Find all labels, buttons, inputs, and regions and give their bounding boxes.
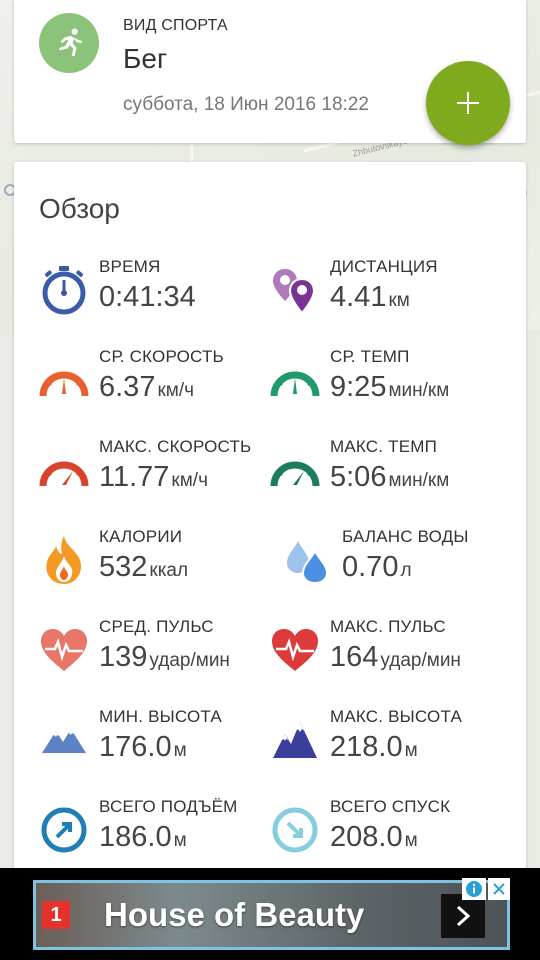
- stat-value: 0.70: [342, 551, 399, 583]
- overview-title: Обзор: [39, 193, 120, 224]
- stat-label: МАКС. ВЫСОТА: [330, 707, 463, 726]
- stat-value: 532: [99, 551, 148, 583]
- ad-open-button[interactable]: [441, 894, 485, 938]
- stat-value: 218.0: [330, 731, 403, 763]
- stat-label: МАКС. ПУЛЬС: [330, 617, 446, 636]
- plus-icon: [457, 92, 479, 114]
- ad-brand-logo: 1: [42, 901, 70, 929]
- stat-label: МАКС. СКОРОСТЬ: [99, 437, 252, 456]
- stat-unit: км/ч: [157, 380, 195, 401]
- stat-label: ВСЕГО СПУСК: [330, 797, 451, 816]
- pace-gauge-max-icon: [270, 445, 320, 495]
- stat-unit: мин/км: [388, 380, 450, 401]
- sport-type-label: ВИД СПОРТА: [123, 17, 228, 34]
- heart-pulse-max-icon: [270, 625, 320, 675]
- sport-type-value: Бег: [123, 43, 168, 74]
- stat-unit: м: [173, 830, 187, 851]
- map-pins-icon: [270, 265, 320, 315]
- info-icon: [466, 881, 482, 897]
- stat-value: 9:25: [330, 371, 387, 403]
- stat-distance: ДИСТАНЦИЯ 4.41 км: [270, 255, 510, 335]
- stat-label: СРЕД. ПУЛЬС: [99, 617, 214, 636]
- stat-max-pulse: МАКС. ПУЛЬС 164 удар/мин: [270, 615, 510, 695]
- stat-unit: ккал: [149, 560, 189, 581]
- stat-unit: м: [173, 740, 187, 761]
- close-icon: [493, 883, 505, 895]
- stat-unit: км/ч: [171, 470, 208, 491]
- ad-banner[interactable]: 1 House of Beauty: [0, 868, 540, 960]
- stat-value: 186.0: [99, 821, 172, 853]
- stat-avg-pulse: СРЕД. ПУЛЬС 139 удар/мин: [39, 615, 279, 695]
- stat-label: МИН. ВЫСОТА: [99, 707, 222, 726]
- flame-icon: [39, 535, 89, 585]
- stat-max-altitude: МАКС. ВЫСОТА 218.0 м: [270, 705, 510, 785]
- speedometer-max-icon: [39, 445, 89, 495]
- stat-unit: км: [388, 290, 410, 311]
- stat-value: 11.77: [99, 461, 170, 493]
- stat-time: ВРЕМЯ 0:41:34: [39, 255, 279, 335]
- water-drops-icon: [282, 535, 332, 585]
- chevron-right-icon: [456, 905, 471, 927]
- stat-min-altitude: МИН. ВЫСОТА 176.0 м: [39, 705, 279, 785]
- running-person-icon: [39, 13, 99, 73]
- stat-value: 208.0: [330, 821, 403, 853]
- stat-label: ВРЕМЯ: [99, 257, 161, 276]
- ad-info-button[interactable]: [462, 878, 486, 900]
- stat-value: 164: [330, 641, 379, 673]
- stat-total-descent: ВСЕГО СПУСК 208.0 м: [270, 795, 510, 875]
- stat-unit: м: [404, 740, 418, 761]
- stat-label: БАЛАНС ВОДЫ: [342, 527, 469, 546]
- stat-label: КАЛОРИИ: [99, 527, 183, 546]
- ascent-arrow-icon: [39, 805, 89, 855]
- stat-value: 139: [99, 641, 148, 673]
- stat-label: МАКС. ТЕМП: [330, 437, 438, 456]
- stat-max-pace: МАКС. ТЕМП 5:06 мин/км: [270, 435, 510, 515]
- stat-label: ВСЕГО ПОДЪЁМ: [99, 797, 238, 816]
- add-button[interactable]: [426, 61, 510, 145]
- stat-unit: л: [400, 560, 412, 581]
- ad-close-button[interactable]: [488, 878, 510, 900]
- stat-total-ascent: ВСЕГО ПОДЪЁМ 186.0 м: [39, 795, 279, 875]
- stat-avg-pace: СР. ТЕМП 9:25 мин/км: [270, 345, 510, 425]
- stat-unit: удар/мин: [380, 650, 461, 671]
- stat-value: 4.41: [330, 281, 387, 313]
- stat-calories: КАЛОРИИ 532 ккал: [39, 525, 279, 605]
- ad-headline[interactable]: House of Beauty: [104, 896, 364, 934]
- stat-avg-speed: СР. СКОРОСТЬ 6.37 км/ч: [39, 345, 279, 425]
- stat-max-speed: МАКС. СКОРОСТЬ 11.77 км/ч: [39, 435, 279, 515]
- speedometer-icon: [39, 355, 89, 405]
- stat-unit: м: [404, 830, 418, 851]
- stat-value: 0:41:34: [99, 281, 196, 313]
- stat-value: 176.0: [99, 731, 172, 763]
- ad-content[interactable]: 1 House of Beauty: [33, 880, 510, 950]
- stopwatch-icon: [39, 265, 89, 315]
- mountains-max-icon: [270, 715, 320, 765]
- stat-value: 5:06: [330, 461, 387, 493]
- pace-gauge-icon: [270, 355, 320, 405]
- overview-card: Обзор ВРЕМЯ 0:41:34 ДИСТАНЦИЯ 4.41 км СР…: [14, 162, 526, 882]
- descent-arrow-icon: [270, 805, 320, 855]
- stat-label: ДИСТАНЦИЯ: [330, 257, 438, 276]
- heart-pulse-icon: [39, 625, 89, 675]
- stat-value: 6.37: [99, 371, 156, 403]
- stat-water-balance: БАЛАНС ВОДЫ 0.70 л: [282, 525, 522, 605]
- stat-label: СР. ТЕМП: [330, 347, 410, 366]
- mountains-icon: [39, 715, 89, 765]
- stat-label: СР. СКОРОСТЬ: [99, 347, 224, 366]
- workout-date: суббота, 18 Июн 2016 18:22: [123, 94, 369, 115]
- stat-unit: мин/км: [388, 470, 450, 491]
- stat-unit: удар/мин: [149, 650, 230, 671]
